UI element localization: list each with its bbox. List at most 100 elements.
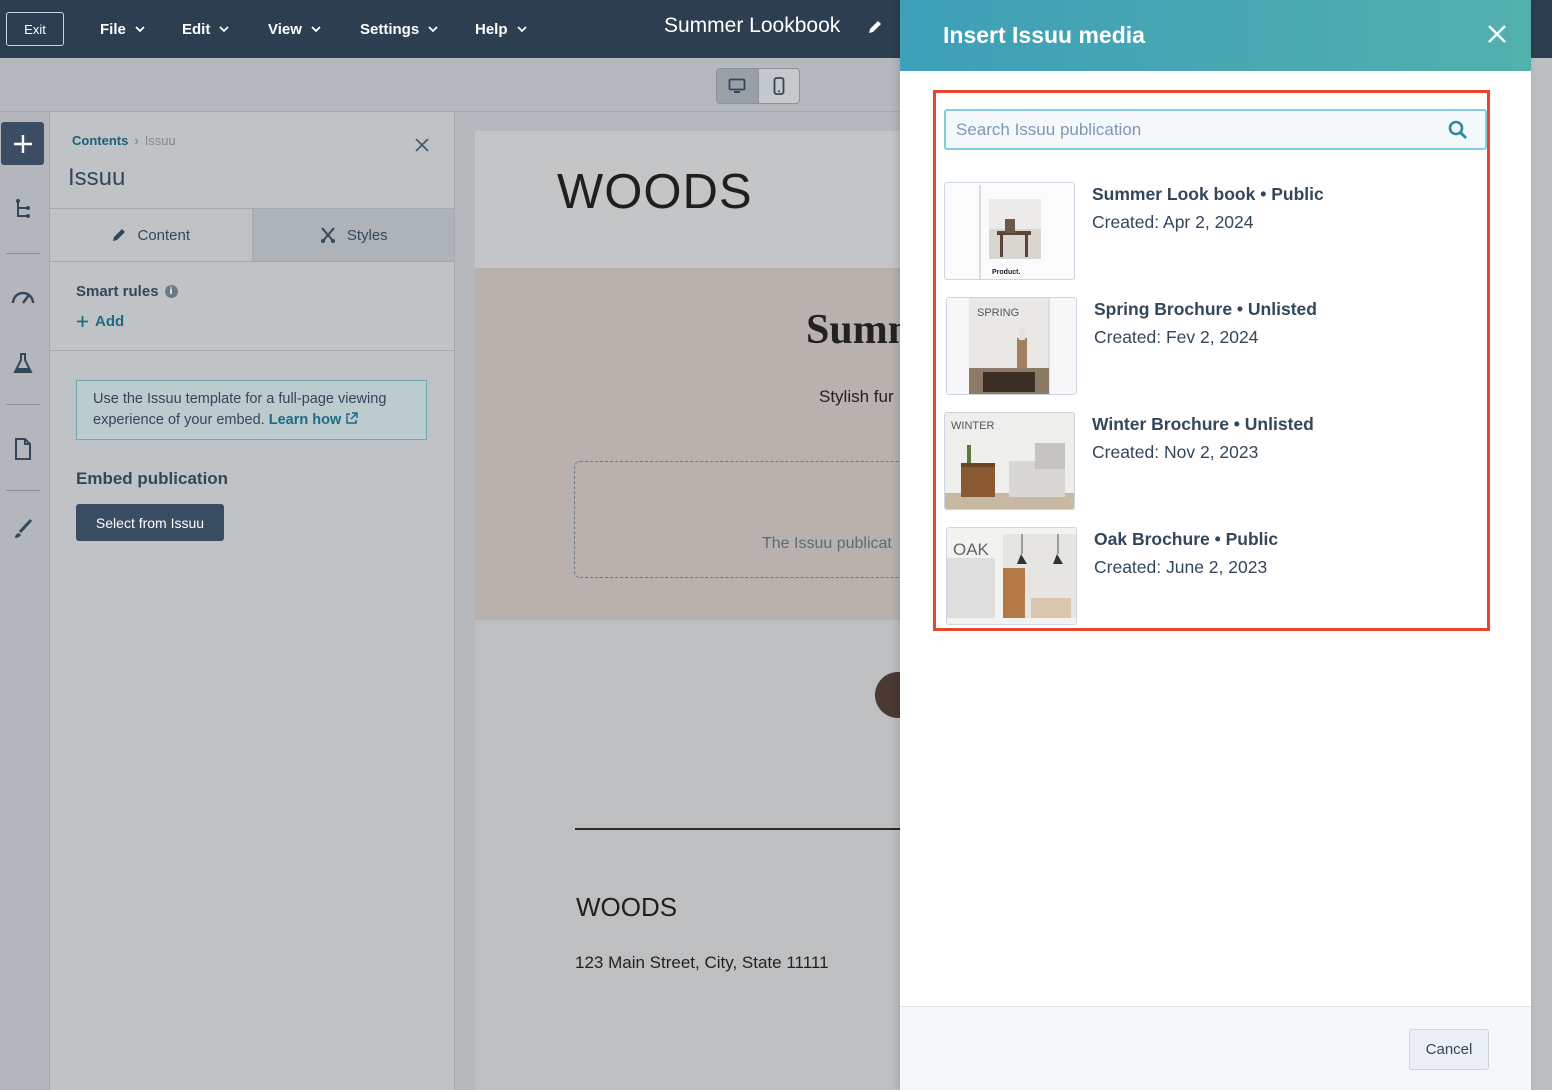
external-link-icon (346, 412, 359, 424)
menu-edit[interactable]: Edit (182, 0, 230, 58)
flask-icon (13, 353, 33, 373)
footer-address: 123 Main Street, City, State 11111 (575, 953, 829, 972)
publication-item[interactable]: SPRING Spring Brochure • Unlisted Create… (946, 297, 1486, 397)
modal-header: Insert Issuu media (900, 0, 1531, 71)
menu-view[interactable]: View (268, 0, 322, 58)
chevron-down-icon (516, 26, 527, 33)
publication-name: Oak Brochure • Public (1094, 529, 1279, 549)
select-from-issuu-button[interactable]: Select from Issuu (76, 504, 224, 541)
menu-help[interactable]: Help (475, 0, 528, 58)
layers-tree-button[interactable] (10, 196, 36, 222)
test-button[interactable] (10, 350, 36, 376)
thumbnail-image: SPRING (947, 298, 1076, 394)
chevron-down-icon (428, 26, 438, 33)
search-icon[interactable] (1448, 120, 1468, 140)
desktop-view-button[interactable] (717, 69, 759, 103)
menu-label: Settings (360, 20, 420, 38)
close-icon[interactable] (1486, 23, 1508, 45)
chevron-down-icon (135, 26, 145, 33)
breadcrumb-separator: › (134, 133, 139, 148)
search-input[interactable] (956, 111, 1436, 148)
page-settings-button[interactable] (10, 436, 36, 462)
preview-brand-logo: WOODS (557, 165, 753, 219)
publication-date: Created: June 2, 2023 (1094, 557, 1268, 577)
footer-divider (575, 828, 900, 830)
tab-label: Styles (346, 226, 388, 244)
scissors-icon (320, 227, 335, 243)
thumbnail-image: OAK (947, 528, 1076, 624)
publication-name: Summer Look book • Public (1092, 184, 1324, 204)
left-rail (0, 112, 50, 1090)
modal-title: Insert Issuu media (943, 22, 1145, 48)
chevron-down-icon (311, 26, 321, 33)
pencil-icon[interactable] (866, 18, 884, 36)
menu-label: View (268, 20, 302, 38)
thumbnail-image: Product. (945, 183, 1074, 279)
footer-brand: WOODS (576, 892, 678, 922)
thumbnail-image: WINTER (945, 413, 1074, 509)
tab-content[interactable]: Content (50, 209, 252, 261)
menu-label: File (100, 20, 126, 38)
desktop-icon (728, 78, 746, 93)
publication-thumbnail: OAK (946, 527, 1077, 625)
optimize-button[interactable] (10, 283, 36, 309)
plus-icon (13, 134, 32, 153)
thumbnail-label: OAK (953, 540, 990, 559)
smart-rules-heading: Smart rules i (76, 283, 178, 300)
device-toggle (716, 68, 800, 104)
publication-item[interactable]: WINTER Winter Brochure • Unlisted Create… (944, 412, 1484, 512)
rail-divider (6, 490, 40, 491)
menu-label: Help (475, 20, 508, 38)
tab-styles[interactable]: Styles (251, 209, 454, 261)
menu-label: Edit (182, 20, 211, 38)
publication-item[interactable]: Product. Summer Look book • Public Creat… (944, 182, 1484, 282)
template-notice: Use the Issuu template for a full-page v… (76, 380, 427, 440)
info-icon[interactable]: i (164, 285, 178, 298)
close-icon[interactable] (414, 137, 430, 153)
breadcrumb: Contents › Issuu (72, 133, 176, 148)
publication-thumbnail: WINTER (944, 412, 1075, 510)
thumbnail-label: Product. (992, 269, 1020, 276)
embed-placeholder-text: The Issuu publicat (762, 535, 892, 552)
search-field[interactable] (944, 109, 1487, 150)
file-icon (15, 438, 31, 460)
issuu-embed-placeholder[interactable] (574, 461, 914, 578)
preview-hero-subtitle: Stylish fur (819, 387, 894, 406)
rail-divider (6, 404, 40, 405)
sidebar-tabs: Content Styles (50, 208, 454, 262)
design-button[interactable] (10, 516, 36, 542)
learn-how-link[interactable]: Learn how (269, 412, 359, 428)
add-smart-rule-button[interactable]: Add (76, 313, 124, 330)
preview-hero-title: Summ (806, 307, 900, 353)
plus-icon (77, 316, 88, 327)
tab-label: Content (137, 226, 191, 244)
thumbnail-label: WINTER (951, 420, 994, 432)
page-title[interactable]: Summer Lookbook (664, 14, 840, 38)
brush-icon (15, 518, 33, 538)
breadcrumb-contents-link[interactable]: Contents (72, 133, 128, 148)
chevron-down-icon (219, 26, 229, 33)
gauge-icon (11, 291, 35, 304)
insert-issuu-media-panel: Insert Issuu media Product. Summer Look … (900, 0, 1531, 1090)
pencil-icon (113, 229, 126, 241)
mobile-view-button[interactable] (759, 69, 800, 103)
publication-name: Winter Brochure • Unlisted (1092, 414, 1314, 434)
publication-item[interactable]: OAK Oak Brochure • Public Created: June … (946, 527, 1486, 627)
learn-how-label: Learn how (268, 412, 342, 428)
publication-thumbnail: SPRING (946, 297, 1077, 395)
rail-divider (6, 253, 40, 254)
publication-date: Created: Fev 2, 2024 (1094, 327, 1259, 347)
tree-icon (16, 199, 30, 218)
sidebar-title: Issuu (68, 164, 126, 191)
menu-file[interactable]: File (100, 0, 146, 58)
add-module-button[interactable] (1, 122, 44, 165)
publication-date: Created: Apr 2, 2024 (1092, 212, 1254, 232)
publication-name: Spring Brochure • Unlisted (1094, 299, 1317, 319)
mobile-icon (773, 77, 785, 95)
cancel-button[interactable]: Cancel (1409, 1029, 1489, 1070)
divider (50, 350, 454, 351)
menu-settings[interactable]: Settings (360, 0, 439, 58)
embed-publication-label: Embed publication (76, 469, 229, 488)
publication-thumbnail: Product. (944, 182, 1075, 280)
exit-button[interactable]: Exit (6, 12, 64, 46)
